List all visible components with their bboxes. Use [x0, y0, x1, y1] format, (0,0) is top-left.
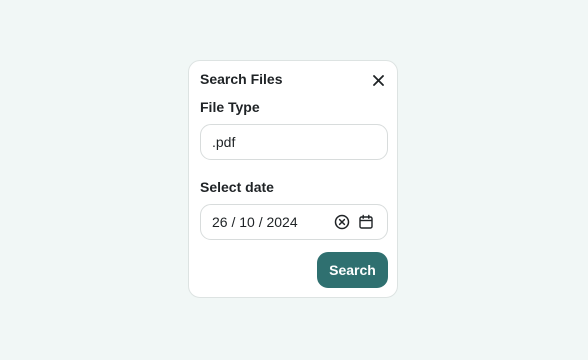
search-button[interactable]: Search — [317, 252, 388, 288]
select-date-label: Select date — [200, 179, 274, 195]
clear-date-button[interactable] — [334, 214, 350, 230]
close-icon — [372, 74, 384, 86]
file-type-input[interactable] — [200, 124, 388, 160]
date-value: 26 / 10 / 2024 — [212, 214, 298, 230]
calendar-button[interactable] — [358, 214, 374, 230]
file-type-label: File Type — [200, 99, 260, 115]
dialog-title: Search Files — [200, 71, 283, 87]
close-button[interactable] — [367, 69, 389, 91]
calendar-icon — [359, 214, 373, 229]
clear-circle-icon — [334, 214, 350, 230]
search-files-dialog: Search Files File Type Select date 26 / … — [188, 60, 398, 298]
date-input[interactable]: 26 / 10 / 2024 — [200, 204, 388, 240]
